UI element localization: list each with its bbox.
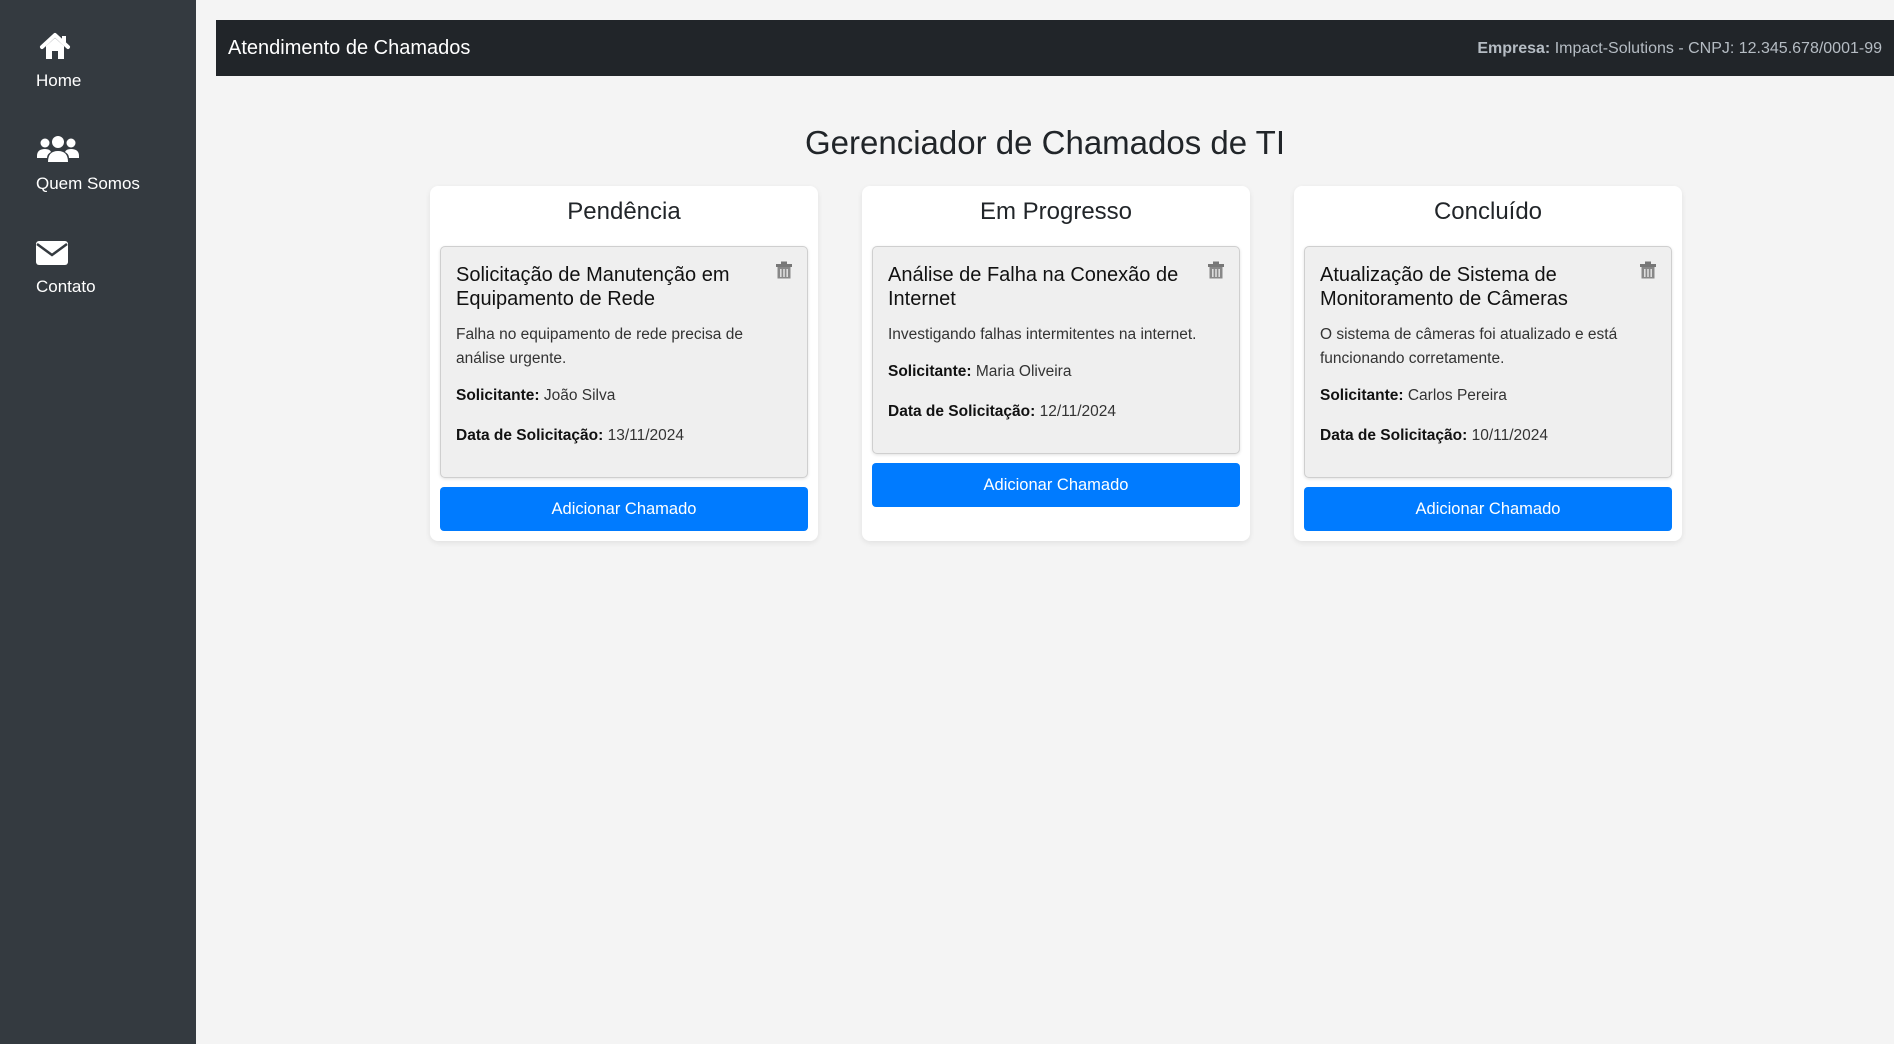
ticket-description: Investigando falhas intermitentes na int… [888, 326, 1197, 343]
ticket-title: Análise de Falha na Conexão de Internet [888, 264, 1179, 310]
column-title: Em Progresso [979, 198, 1133, 225]
requester-value: Maria Oliveira [975, 363, 1072, 380]
ticket-date: Data de Solicitação: 10/11/2024 [1320, 427, 1548, 445]
requester-label: Solicitante: [1320, 387, 1404, 404]
ticket-description: O sistema de câmeras foi atualizado e es… [1320, 326, 1618, 367]
add-ticket-button[interactable]: Adicionar Chamado [440, 487, 808, 531]
date-value: 12/11/2024 [1039, 403, 1117, 420]
ticket-requester: Solicitante: Carlos Pereira [1320, 387, 1507, 405]
date-label: Data de Solicitação: [1320, 427, 1468, 444]
sidebar-item-contato[interactable]: Contato [36, 236, 96, 297]
sidebar-item-label: Home [36, 71, 82, 90]
requester-value: Carlos Pereira [1407, 387, 1507, 404]
column-title: Concluído [1433, 198, 1543, 225]
sidebar-item-home[interactable]: Home [36, 30, 81, 91]
date-value: 13/11/2024 [607, 427, 685, 444]
ticket-requester: Solicitante: João Silva [456, 387, 615, 405]
ticket-card[interactable]: Atualização de Sistema de Monitoramento … [1304, 246, 1672, 478]
ticket-title: Solicitação de Manutenção em Equipamento… [456, 264, 730, 310]
trash-icon[interactable] [775, 261, 793, 279]
requester-value: João Silva [543, 387, 616, 404]
users-icon [37, 136, 79, 162]
company-label: Empresa: [1477, 40, 1551, 57]
envelope-icon [36, 241, 68, 265]
trash-icon[interactable] [1207, 261, 1225, 279]
requester-label: Solicitante: [888, 363, 972, 380]
add-ticket-button[interactable]: Adicionar Chamado [872, 463, 1240, 507]
top-navbar: Atendimento de Chamados Empresa: Impact-… [216, 20, 1894, 76]
app-title: Atendimento de Chamados [228, 37, 471, 59]
ticket-title: Atualização de Sistema de Monitoramento … [1320, 264, 1568, 310]
column-pendencia: Pendência Solicitação de Manutenção em E… [430, 186, 818, 541]
trash-icon[interactable] [1639, 261, 1657, 279]
sidebar: Home Quem Somos Contato [0, 0, 196, 1044]
add-ticket-button[interactable]: Adicionar Chamado [1304, 487, 1672, 531]
date-value: 10/11/2024 [1471, 427, 1549, 444]
ticket-requester: Solicitante: Maria Oliveira [888, 363, 1071, 381]
ticket-card[interactable]: Análise de Falha na Conexão de Internet … [872, 246, 1240, 454]
sidebar-item-label: Contato [36, 277, 96, 296]
home-icon [40, 33, 70, 59]
date-label: Data de Solicitação: [456, 427, 604, 444]
column-title: Pendência [567, 198, 681, 225]
sidebar-item-quem-somos[interactable]: Quem Somos [36, 133, 140, 194]
page-title: Gerenciador de Chamados de TI [805, 124, 1285, 161]
column-concluido: Concluído Atualização de Sistema de Moni… [1294, 186, 1682, 541]
requester-label: Solicitante: [456, 387, 540, 404]
ticket-date: Data de Solicitação: 12/11/2024 [888, 403, 1116, 421]
sidebar-item-label: Quem Somos [36, 174, 140, 193]
date-label: Data de Solicitação: [888, 403, 1036, 420]
ticket-description: Falha no equipamento de rede precisa de … [456, 326, 743, 367]
company-info: Empresa: Impact-Solutions - CNPJ: 12.345… [1477, 40, 1882, 58]
company-value: Impact-Solutions - CNPJ: 12.345.678/0001… [1554, 40, 1882, 57]
ticket-card[interactable]: Solicitação de Manutenção em Equipamento… [440, 246, 808, 478]
ticket-date: Data de Solicitação: 13/11/2024 [456, 427, 684, 445]
column-em-progresso: Em Progresso Análise de Falha na Conexão… [862, 186, 1250, 541]
